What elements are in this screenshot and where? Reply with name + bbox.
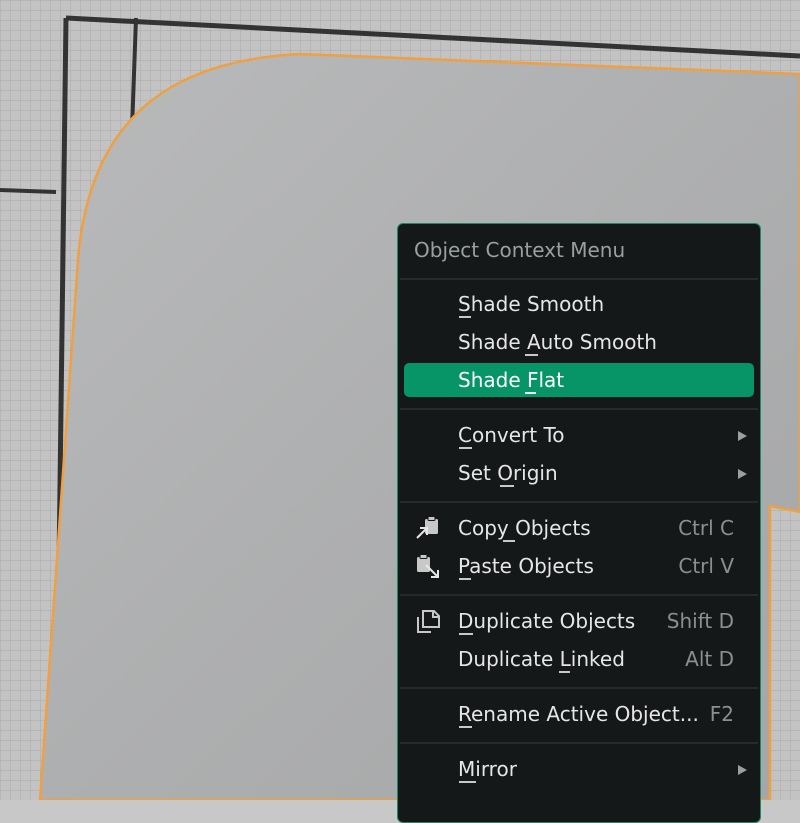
mnemonic-underline bbox=[503, 540, 515, 542]
menu-item-set-origin[interactable]: Set Origin bbox=[404, 456, 754, 490]
menu-separator bbox=[400, 594, 758, 596]
copy-objects-icon bbox=[416, 516, 438, 539]
submenu-arrow-icon bbox=[738, 765, 747, 775]
mnemonic-underline bbox=[459, 726, 472, 728]
submenu-arrow-icon bbox=[738, 469, 747, 479]
menu-item-rename-active-object[interactable]: Rename Active Object... F2 bbox=[404, 697, 754, 731]
menu-separator bbox=[400, 687, 758, 689]
menu-separator bbox=[400, 501, 758, 503]
menu-item-paste-objects[interactable]: Paste Objects Ctrl V bbox=[404, 549, 754, 583]
menu-item-mirror[interactable]: Mirror bbox=[404, 752, 754, 786]
mnemonic-underline bbox=[459, 316, 471, 318]
menu-item-label: Duplicate Linked bbox=[458, 647, 625, 671]
menu-item-label: Shade Auto Smooth bbox=[458, 330, 657, 354]
shortcut-label: Shift D bbox=[666, 609, 734, 633]
menu-separator bbox=[400, 408, 758, 410]
menu-item-duplicate-linked[interactable]: Duplicate Linked Alt D bbox=[404, 642, 754, 676]
menu-item-label: Convert To bbox=[458, 423, 565, 447]
menu-item-label: Rename Active Object... bbox=[458, 702, 699, 726]
menu-item-convert-to[interactable]: Convert To bbox=[404, 418, 754, 452]
mnemonic-underline bbox=[459, 633, 473, 635]
menu-item-copy-objects[interactable]: Copy Objects Ctrl C bbox=[404, 511, 754, 545]
shortcut-label: F2 bbox=[709, 702, 734, 726]
submenu-arrow-icon bbox=[738, 431, 747, 441]
menu-item-label: Shade Smooth bbox=[458, 292, 605, 316]
menu-item-shade-auto-smooth[interactable]: Shade Auto Smooth bbox=[404, 325, 754, 359]
shortcut-label: Alt D bbox=[685, 647, 734, 671]
menu-item-duplicate-objects[interactable]: Duplicate Objects Shift D bbox=[404, 604, 754, 638]
object-context-menu: Object Context Menu Shade Smooth Shade A… bbox=[397, 223, 761, 823]
paste-objects-icon bbox=[417, 554, 439, 578]
menu-item-shade-smooth[interactable]: Shade Smooth bbox=[404, 287, 754, 321]
mnemonic-underline bbox=[500, 485, 514, 487]
menu-item-shade-flat[interactable]: Shade Flat bbox=[404, 363, 754, 397]
mnemonic-underline bbox=[459, 447, 472, 449]
mnemonic-underline bbox=[525, 354, 538, 356]
menu-item-label: Set Origin bbox=[458, 461, 558, 485]
menu-item-label: Duplicate Objects bbox=[458, 609, 636, 633]
shortcut-label: Ctrl C bbox=[678, 516, 734, 540]
menu-item-label: Paste Objects bbox=[458, 554, 594, 578]
mnemonic-underline bbox=[459, 781, 476, 783]
mnemonic-underline bbox=[459, 578, 471, 580]
menu-item-label: Shade Flat bbox=[458, 368, 565, 392]
mnemonic-underline bbox=[559, 671, 570, 673]
menu-item-label: Mirror bbox=[458, 757, 517, 781]
mnemonic-underline bbox=[525, 392, 536, 394]
menu-title: Object Context Menu bbox=[414, 238, 626, 262]
shortcut-label: Ctrl V bbox=[678, 554, 734, 578]
duplicate-icon bbox=[417, 610, 440, 633]
menu-item-label: Copy Objects bbox=[458, 516, 591, 540]
menu-separator bbox=[400, 742, 758, 744]
menu-separator bbox=[400, 278, 758, 280]
